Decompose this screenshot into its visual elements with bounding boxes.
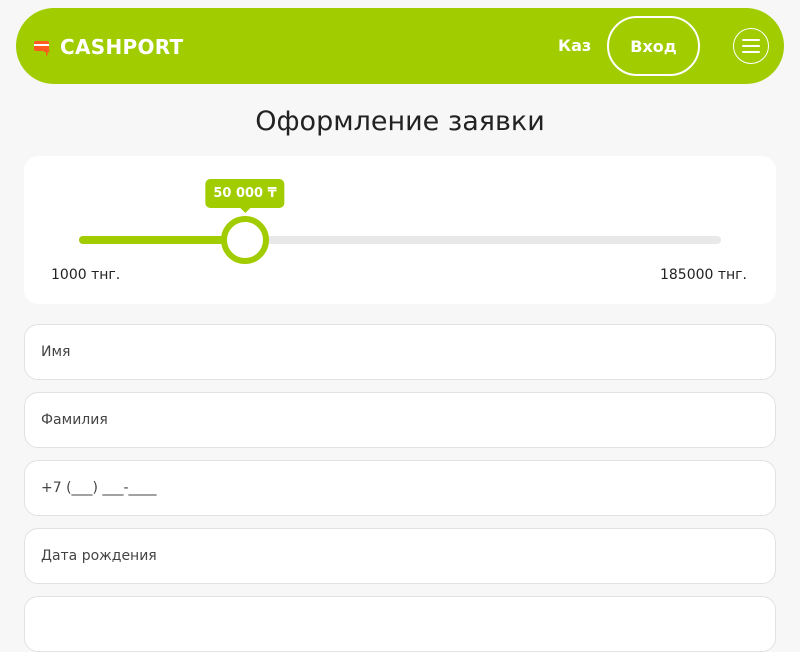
slider-value-tooltip: 50 000 ₸: [205, 179, 285, 213]
svg-text:₸: ₸: [44, 48, 50, 56]
first-name-input[interactable]: [24, 324, 776, 380]
phone-input[interactable]: [24, 460, 776, 516]
slider-track[interactable]: [79, 236, 721, 244]
hamburger-menu-icon: [742, 39, 760, 53]
slider-thumb[interactable]: [221, 216, 269, 264]
last-name-input[interactable]: [24, 392, 776, 448]
page-title: Оформление заявки: [255, 106, 545, 137]
wallet-tenge-icon: ₸: [34, 40, 50, 56]
language-switch[interactable]: Каз: [558, 36, 591, 56]
site-header: ₸ CASHPORT Каз Вход: [16, 8, 784, 84]
loan-amount-slider-card: 50 000 ₸ 1000 тнг. 185000 тнг.: [24, 156, 776, 304]
menu-button[interactable]: [733, 28, 769, 64]
slider-min-label: 1000 тнг.: [51, 267, 121, 283]
logo[interactable]: ₸ CASHPORT: [34, 37, 184, 57]
birth-date-input[interactable]: [24, 528, 776, 584]
slider-max-label: 185000 тнг.: [659, 267, 747, 283]
login-button[interactable]: Вход: [607, 16, 700, 76]
next-field-input[interactable]: [24, 596, 776, 652]
brand-name: CASHPORT: [60, 35, 184, 59]
